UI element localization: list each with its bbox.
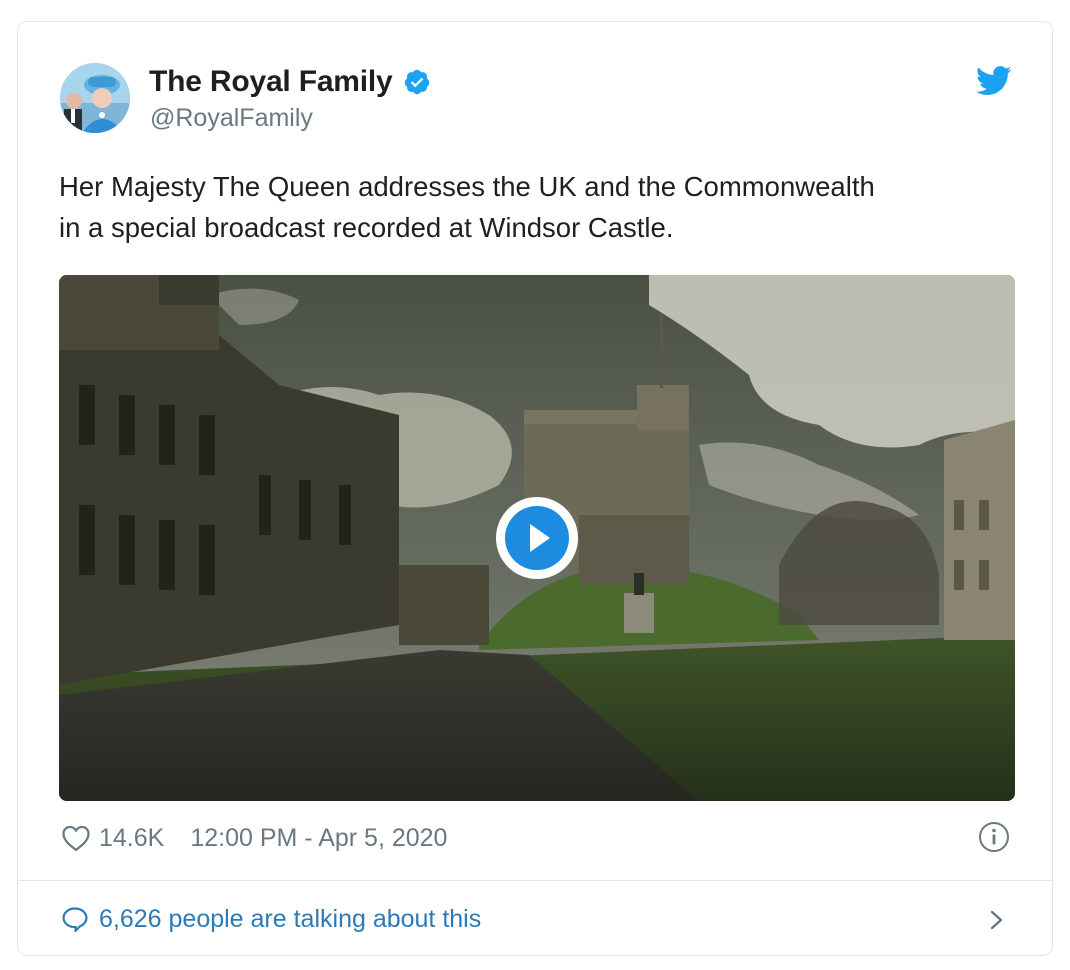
- heart-icon[interactable]: [61, 824, 91, 852]
- display-name[interactable]: The Royal Family: [149, 65, 393, 99]
- speech-bubble-icon: [62, 907, 88, 932]
- chevron-right-icon[interactable]: [988, 906, 1006, 934]
- conversation-link[interactable]: 6,626 people are talking about this: [61, 902, 481, 936]
- like-count[interactable]: 14.6K: [99, 824, 164, 853]
- tweet-card[interactable]: The Royal Family @RoyalFamily Her Majest…: [17, 21, 1053, 956]
- play-icon: [505, 506, 569, 570]
- twitter-bird-icon[interactable]: [976, 66, 1012, 96]
- tweet-meta: 14.6K 12:00 PM - Apr 5, 2020: [61, 822, 447, 854]
- timestamp[interactable]: 12:00 PM - Apr 5, 2020: [190, 824, 447, 853]
- video-thumbnail[interactable]: [59, 275, 1015, 801]
- divider: [18, 880, 1052, 881]
- verified-badge-icon: [404, 69, 429, 95]
- handle[interactable]: @RoyalFamily: [150, 104, 313, 133]
- tweet-text: Her Majesty The Queen addresses the UK a…: [59, 171, 875, 243]
- play-button[interactable]: [496, 497, 578, 579]
- conversation-text[interactable]: 6,626 people are talking about this: [99, 905, 481, 934]
- author-row[interactable]: The Royal Family: [149, 64, 431, 100]
- avatar[interactable]: [60, 63, 130, 133]
- info-icon[interactable]: [978, 821, 1010, 853]
